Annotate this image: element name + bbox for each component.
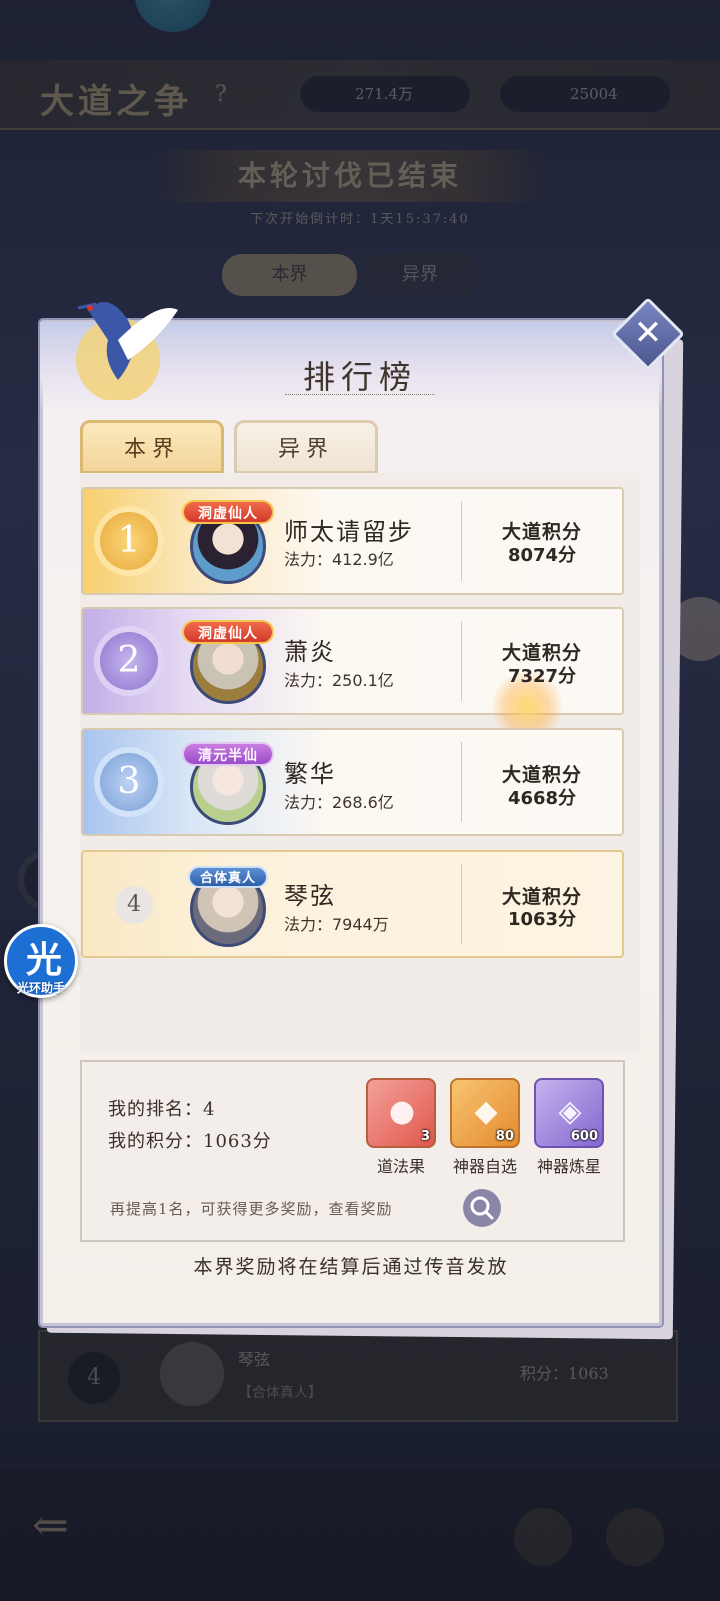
player-name-1: 师太请留步 [284, 518, 414, 546]
background-tab-1: 本界 [222, 254, 357, 296]
my-score-text: 我的积分：1063分 [108, 1131, 272, 1152]
peach-icon: ● [388, 1094, 416, 1129]
footer-icon-1 [514, 1508, 572, 1566]
mascot-icon [135, 0, 211, 32]
resource-1: 271.4万 [300, 76, 470, 112]
background-player-title: 【合体真人】 [238, 1385, 322, 1401]
score-label-3: 大道积分 [501, 764, 582, 786]
question-icon: ? [215, 82, 227, 107]
score-value-3: 4668分 [507, 788, 577, 809]
artifact-chest-icon: ◆ [474, 1094, 498, 1129]
score-value-2: 7327分 [507, 666, 577, 687]
reward-hint-text: 再提高1名，可获得更多奖励，查看奖励 [110, 1200, 393, 1218]
score-value-4: 1063分 [507, 909, 577, 930]
resource-2: 25004 [500, 76, 670, 112]
player-power-1: 法力：412.9亿 [284, 550, 394, 569]
score-label-1: 大道积分 [501, 521, 582, 543]
reward-name-2: 神器自选 [452, 1157, 517, 1176]
background-player-name: 琴弦 [238, 1350, 271, 1369]
background-player-score: 积分：1063 [520, 1364, 609, 1383]
player-power-3: 法力：268.6亿 [284, 793, 394, 812]
reward-name-1: 道法果 [376, 1157, 425, 1176]
player-power-4: 法力：7944万 [284, 915, 389, 934]
footer-icon-2 [606, 1508, 664, 1566]
view-rewards-button[interactable] [463, 1189, 501, 1227]
rank-medal-3: 3 [100, 753, 158, 811]
my-rank-text: 我的排名：4 [108, 1099, 216, 1120]
title-badge-1: 洞虚仙人 [182, 500, 274, 524]
countdown-text: 下次开始倒计时：1天15:37:40 [250, 212, 470, 227]
background-rank-number: 4 [68, 1352, 120, 1404]
search-icon [470, 1196, 494, 1220]
rank-medal-2: 2 [100, 632, 158, 690]
star-crystal-icon: ◈ [558, 1094, 582, 1129]
reward-item-1[interactable]: ● 3 [366, 1078, 436, 1148]
score-label-2: 大道积分 [501, 642, 582, 664]
reward-count-1: 3 [420, 1129, 430, 1144]
reward-item-2[interactable]: ◆ 80 [450, 1078, 520, 1148]
title-badge-3: 清元半仙 [182, 742, 274, 766]
player-name-2: 萧炎 [284, 638, 336, 666]
rank-number-4: 4 [115, 886, 153, 924]
player-power-2: 法力：250.1亿 [284, 671, 394, 690]
assistant-glyph: 光 [25, 939, 62, 981]
reward-name-3: 神器炼星 [536, 1157, 601, 1176]
assistant-label: 光环助手 [16, 981, 65, 995]
background-avatar [160, 1342, 224, 1406]
reward-item-3[interactable]: ◈ 600 [534, 1078, 604, 1148]
title-badge-2: 洞虚仙人 [182, 620, 274, 644]
event-banner: 本轮讨伐已结束 [150, 150, 550, 202]
modal-title: 排行榜 [302, 358, 417, 396]
player-name-3: 繁华 [284, 760, 336, 788]
score-value-1: 8074分 [507, 545, 577, 566]
title-badge-4: 合体真人 [188, 866, 268, 888]
tab-local-realm[interactable]: 本界 [80, 420, 224, 474]
back-arrow-icon: ⇐ [32, 1500, 69, 1551]
background-tab-2: 异界 [360, 254, 480, 296]
player-name-4: 琴弦 [284, 882, 336, 910]
reward-footer-note: 本界奖励将在结算后通过传音发放 [193, 1256, 509, 1278]
background-title: 大道之争 [40, 82, 192, 122]
tab-other-realm[interactable]: 异界 [234, 420, 378, 474]
rank-medal-1: 1 [100, 512, 158, 570]
reward-count-2: 80 [495, 1129, 514, 1144]
title-underline [285, 394, 435, 402]
reward-count-3: 600 [570, 1129, 598, 1144]
